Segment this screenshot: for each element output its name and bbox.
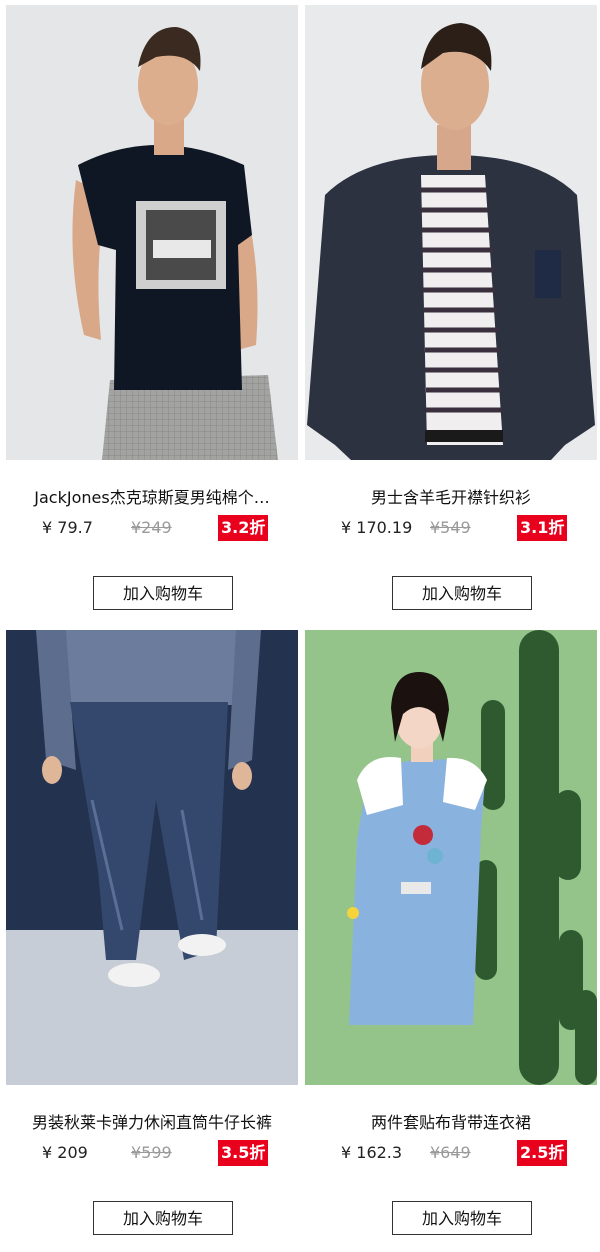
discount-badge: 3.1折: [517, 515, 568, 541]
product-title[interactable]: 两件套贴布背带连衣裙: [305, 1111, 597, 1135]
product-card[interactable]: JackJones杰克琼斯夏男纯棉个… ¥ 79.7 ¥249 3.2折 加入购…: [6, 5, 298, 627]
product-title[interactable]: JackJones杰克琼斯夏男纯棉个…: [6, 486, 298, 510]
original-price: ¥549: [430, 518, 471, 537]
product-image[interactable]: [305, 630, 597, 1085]
current-price: ¥ 162.3: [341, 1143, 403, 1162]
original-price: ¥599: [131, 1143, 172, 1162]
product-image[interactable]: [6, 630, 298, 1085]
add-to-cart-button[interactable]: 加入购物车: [392, 1201, 532, 1235]
add-to-cart-button[interactable]: 加入购物车: [93, 576, 233, 610]
add-to-cart-button[interactable]: 加入购物车: [93, 1201, 233, 1235]
product-image[interactable]: [6, 5, 298, 460]
price-row: ¥ 170.19 ¥549 3.1折: [305, 515, 597, 541]
product-image[interactable]: [305, 5, 597, 460]
discount-badge: 3.5折: [218, 1140, 269, 1166]
product-title[interactable]: 男装秋莱卡弹力休闲直筒牛仔长裤: [6, 1111, 298, 1135]
current-price: ¥ 170.19: [341, 518, 413, 537]
price-row: ¥ 79.7 ¥249 3.2折: [6, 515, 298, 541]
product-card[interactable]: 男装秋莱卡弹力休闲直筒牛仔长裤 ¥ 209 ¥599 3.5折 加入购物车: [6, 630, 298, 1252]
price-row: ¥ 209 ¥599 3.5折: [6, 1140, 298, 1166]
product-title[interactable]: 男士含羊毛开襟针织衫: [305, 486, 597, 510]
original-price: ¥249: [131, 518, 172, 537]
price-row: ¥ 162.3 ¥649 2.5折: [305, 1140, 597, 1166]
product-grid: JackJones杰克琼斯夏男纯棉个… ¥ 79.7 ¥249 3.2折 加入购…: [0, 0, 600, 1244]
product-card[interactable]: 男士含羊毛开襟针织衫 ¥ 170.19 ¥549 3.1折 加入购物车: [305, 5, 597, 627]
discount-badge: 3.2折: [218, 515, 269, 541]
add-to-cart-button[interactable]: 加入购物车: [392, 576, 532, 610]
discount-badge: 2.5折: [517, 1140, 568, 1166]
original-price: ¥649: [430, 1143, 471, 1162]
current-price: ¥ 79.7: [42, 518, 93, 537]
current-price: ¥ 209: [42, 1143, 88, 1162]
product-card[interactable]: 两件套贴布背带连衣裙 ¥ 162.3 ¥649 2.5折 加入购物车: [305, 630, 597, 1252]
